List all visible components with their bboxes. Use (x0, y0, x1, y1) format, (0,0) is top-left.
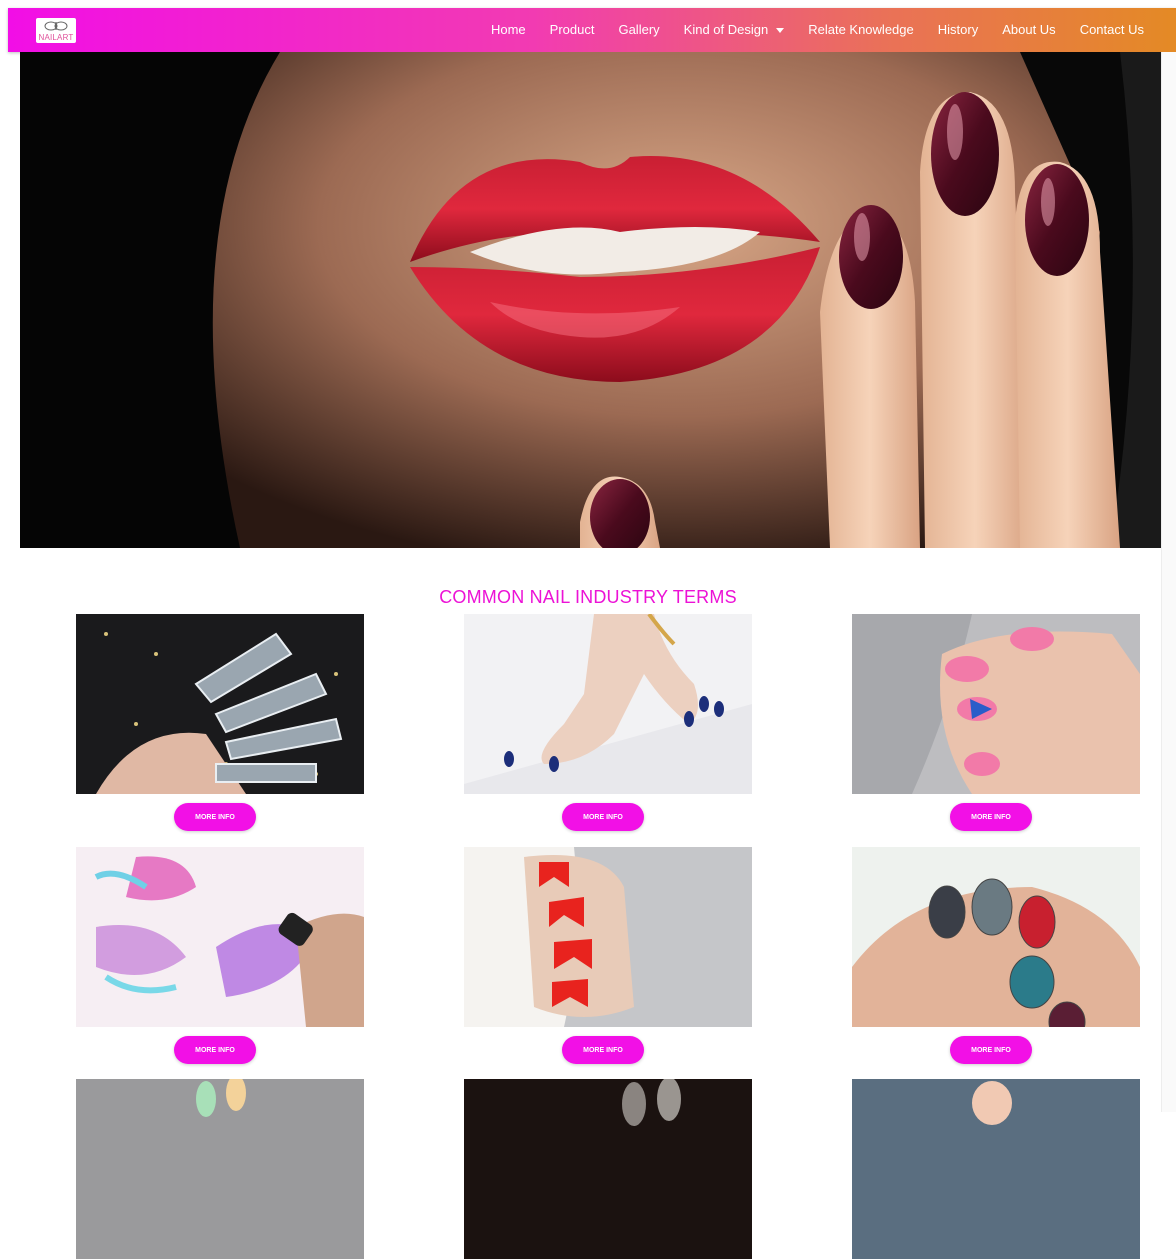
nav-gallery[interactable]: Gallery (606, 8, 671, 52)
nav-contact-us[interactable]: Contact Us (1068, 8, 1156, 52)
hero-image (20, 52, 1162, 548)
more-info-button[interactable]: MORE INFO (562, 803, 644, 831)
blue-background-nails-illustration (852, 1079, 1140, 1259)
red-black-nails-illustration (464, 847, 752, 1027)
top-navbar: NAILART Home Product Gallery Kind of Des… (8, 8, 1176, 52)
card-image-french-tip-nails[interactable] (464, 614, 752, 794)
glitter-nails-dark-illustration (464, 1079, 752, 1259)
french-tip-nails-illustration (464, 614, 752, 794)
card-image-marble-polish[interactable] (76, 847, 364, 1027)
more-info-button[interactable]: MORE INFO (174, 1036, 256, 1064)
card-image-glitter-nails-dark[interactable] (464, 1079, 752, 1259)
more-info-button[interactable]: MORE INFO (950, 1036, 1032, 1064)
nav-kind-of-design[interactable]: Kind of Design (672, 8, 797, 52)
nav-kind-of-design-label: Kind of Design (683, 22, 769, 37)
card-image-pastel-nails[interactable] (76, 1079, 364, 1259)
caret-down-icon (776, 28, 785, 34)
card-image-pink-geometric-nails[interactable] (852, 614, 1140, 794)
hero-lips-nails-illustration (20, 52, 1162, 548)
card-image-red-black-nails[interactable] (464, 847, 752, 1027)
nav-about-us[interactable]: About Us (990, 8, 1067, 52)
foil-glitter-nails-illustration (852, 847, 1140, 1027)
section-title: COMMON NAIL INDUSTRY TERMS (439, 587, 737, 607)
nav-relate-knowledge[interactable]: Relate Knowledge (796, 8, 926, 52)
pink-geometric-nails-illustration (852, 614, 1140, 794)
nav-home[interactable]: Home (479, 8, 538, 52)
pastel-nails-illustration (76, 1079, 364, 1259)
more-info-button[interactable]: MORE INFO (562, 1036, 644, 1064)
main-nav: Home Product Gallery Kind of Design Rela… (479, 8, 1156, 52)
more-info-button[interactable]: MORE INFO (950, 803, 1032, 831)
butterfly-icon (44, 21, 68, 31)
marble-polish-illustration (76, 847, 364, 1027)
page-scroll-edge[interactable] (1161, 52, 1176, 1112)
more-info-button[interactable]: MORE INFO (174, 803, 256, 831)
nav-history[interactable]: History (926, 8, 990, 52)
brand-logo[interactable]: NAILART (36, 18, 76, 43)
card-image-ombre-nails[interactable] (76, 614, 364, 794)
ombre-nails-illustration (76, 614, 364, 794)
nav-product[interactable]: Product (538, 8, 607, 52)
logo-text: NAILART (38, 33, 74, 42)
card-image-foil-glitter-nails[interactable] (852, 847, 1140, 1027)
card-image-blue-background-nails[interactable] (852, 1079, 1140, 1259)
